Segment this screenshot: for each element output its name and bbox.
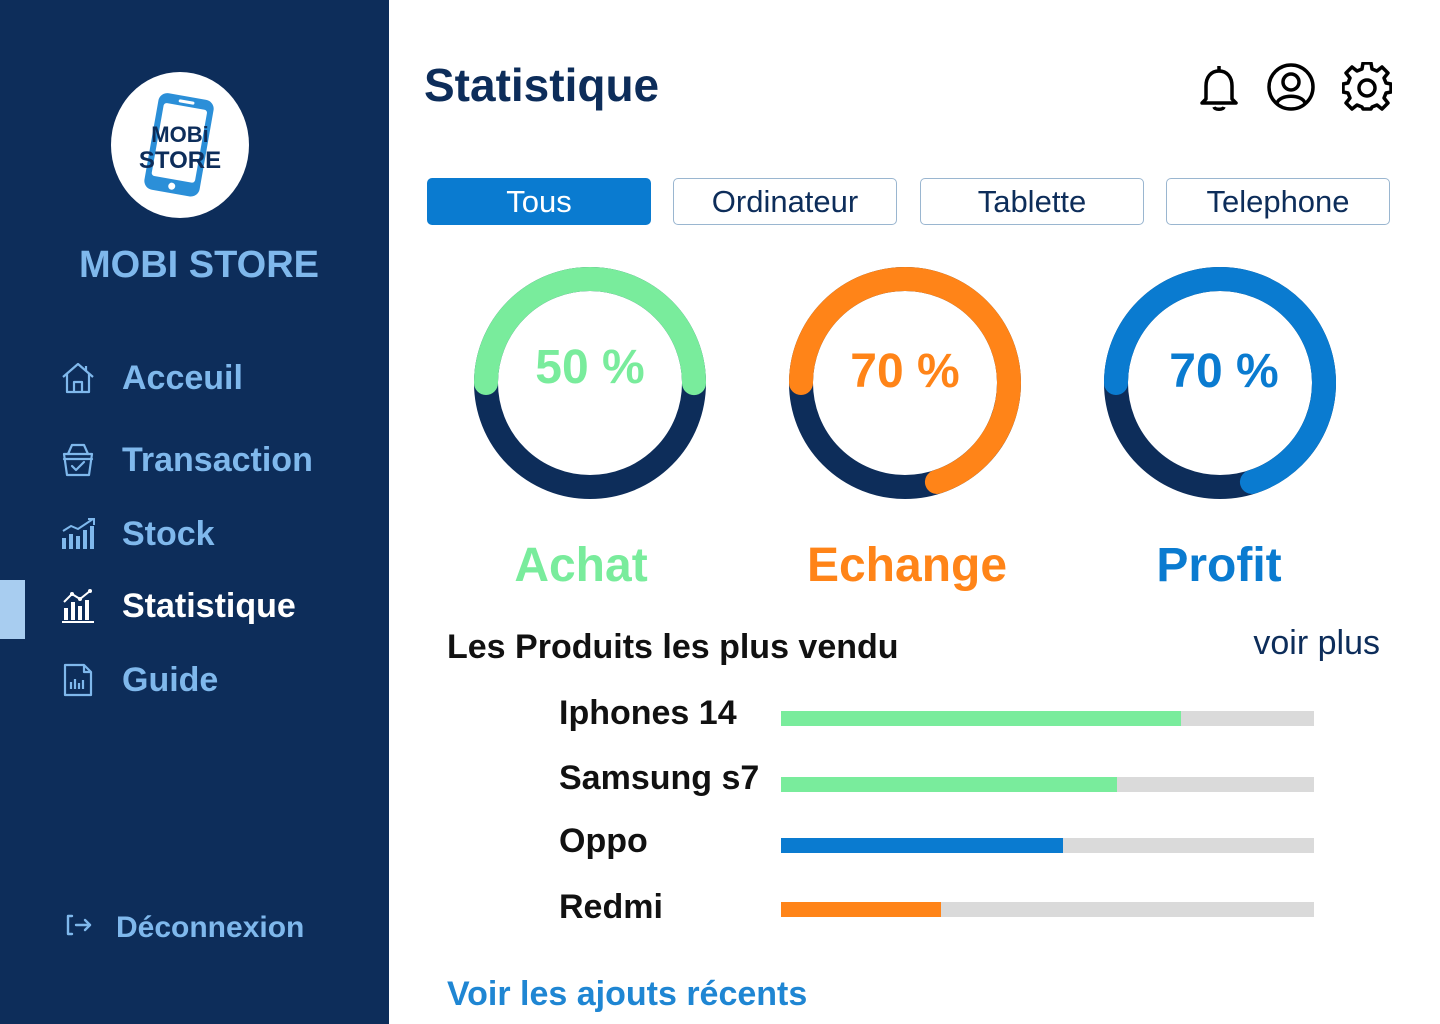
logout-button[interactable]: Déconnexion: [64, 910, 304, 945]
recent-additions-link[interactable]: Voir les ajouts récents: [447, 975, 807, 1014]
basket-icon: [60, 440, 100, 480]
product-bar-fill: [781, 902, 941, 917]
sidebar-item-acceuil[interactable]: Acceuil: [60, 354, 243, 402]
stats-icon: [60, 586, 100, 626]
user-icon[interactable]: [1266, 62, 1316, 112]
product-name: Redmi: [559, 888, 663, 926]
logo-text-store: STORE: [139, 147, 221, 174]
best-sellers-title: Les Produits les plus vendu: [447, 628, 899, 666]
brand-name: MOBI STORE: [79, 244, 319, 286]
logo-text-mobi: MOBi: [151, 122, 208, 147]
achat-label: Achat: [514, 539, 648, 592]
product-name: Iphones 14: [559, 694, 737, 732]
sidebar-item-transaction[interactable]: Transaction: [60, 436, 313, 484]
product-bar: [781, 902, 1314, 917]
profit-label: Profit: [1156, 539, 1282, 592]
tab-ordinateur[interactable]: Ordinateur: [673, 178, 897, 225]
product-name: Samsung s7: [559, 759, 760, 797]
tab-tous[interactable]: Tous: [427, 178, 651, 225]
echange-label: Echange: [806, 539, 1008, 592]
sidebar-item-statistique[interactable]: Statistique: [60, 582, 296, 630]
sidebar-item-label: Transaction: [122, 440, 313, 479]
achat-value: 50 %: [535, 341, 645, 394]
profit-value: 70 %: [1169, 345, 1279, 398]
document-icon: [60, 660, 100, 700]
product-bar: [781, 777, 1314, 792]
home-icon: [60, 358, 100, 398]
sidebar-item-label: Stock: [122, 514, 215, 553]
sidebar-item-label: Guide: [122, 660, 219, 699]
see-more-link[interactable]: voir plus: [1200, 624, 1380, 663]
logout-label: Déconnexion: [116, 910, 305, 944]
active-indicator: [0, 580, 25, 639]
product-bar-fill: [781, 711, 1181, 726]
product-bar: [781, 838, 1314, 853]
sidebar-item-label: Acceuil: [122, 358, 243, 397]
gear-icon[interactable]: [1341, 61, 1393, 112]
page-title: Statistique: [424, 59, 660, 111]
store-logo: MOBi STORE: [111, 72, 249, 218]
sidebar: MOBi STORE MOBI STORE Acceuil Transactio…: [0, 0, 389, 1024]
product-name: Oppo: [559, 822, 648, 860]
tab-tablette[interactable]: Tablette: [920, 178, 1144, 225]
bar-chart-icon: [60, 514, 100, 554]
product-bar: [781, 711, 1314, 726]
sidebar-item-label: Statistique: [122, 586, 296, 625]
sidebar-item-guide[interactable]: Guide: [60, 656, 218, 704]
tab-telephone[interactable]: Telephone: [1166, 178, 1390, 225]
sidebar-item-stock[interactable]: Stock: [60, 510, 215, 558]
echange-value: 70 %: [850, 345, 960, 398]
bell-icon[interactable]: [1194, 62, 1244, 112]
logout-icon: [64, 910, 94, 945]
product-bar-fill: [781, 777, 1117, 792]
product-bar-fill: [781, 838, 1064, 853]
